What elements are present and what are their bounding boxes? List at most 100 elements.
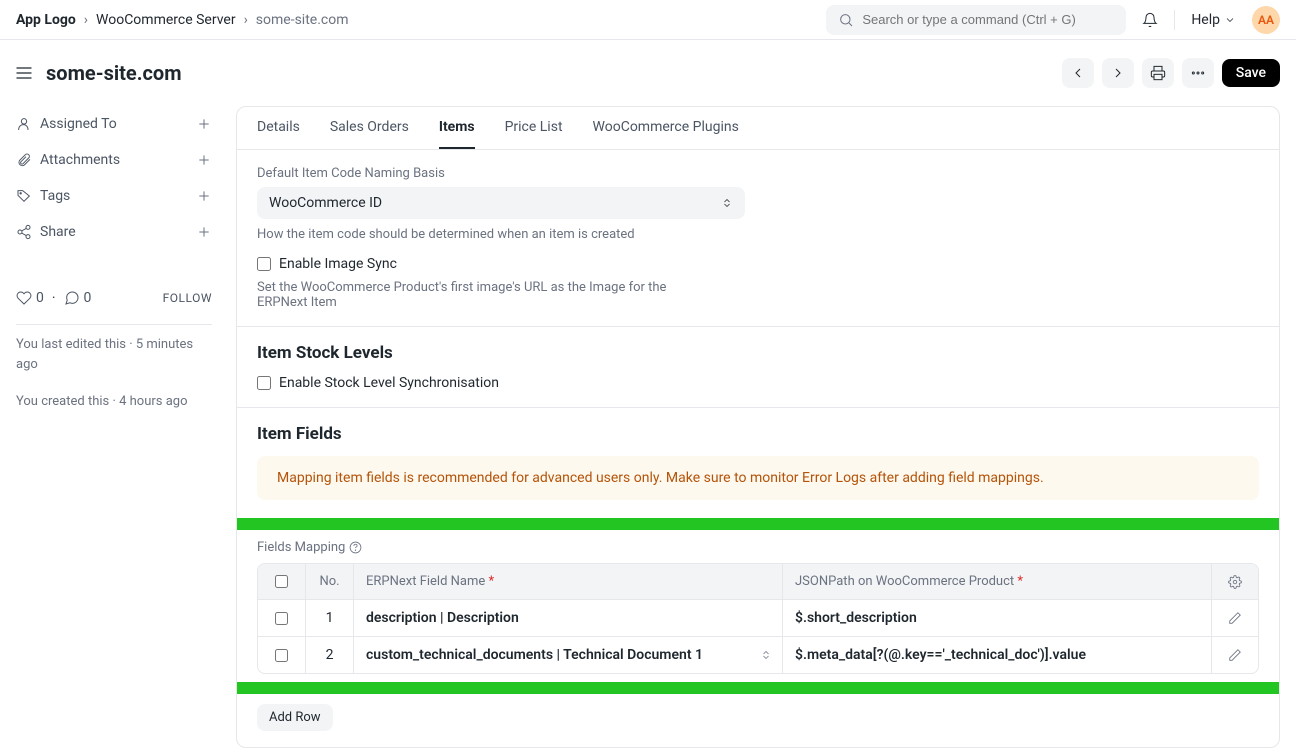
sidebar-item-tags[interactable]: Tags [16,188,70,204]
comments-count: 0 [84,290,92,306]
app-logo[interactable]: App Logo [16,12,76,28]
page-title: some-site.com [46,61,182,85]
prev-button[interactable] [1062,58,1094,88]
next-button[interactable] [1102,58,1134,88]
fields-mapping-table: No. ERPNext Field Name * JSONPath on Woo… [257,563,1259,674]
activity-entry: You created this · 4 hours ago [16,392,212,412]
mapping-label: Fields Mapping [257,540,345,555]
divider [16,324,212,325]
row-json[interactable]: $.meta_data[?(@.key=='_technical_doc')].… [783,637,1212,673]
stock-levels-title: Item Stock Levels [257,343,1259,363]
user-icon [16,116,32,132]
hamburger-icon [14,63,34,83]
col-json-header: JSONPath on WooCommerce Product * [783,564,1212,599]
tag-icon [16,188,32,204]
print-button[interactable] [1142,58,1174,88]
tab-sales-orders[interactable]: Sales Orders [330,107,409,149]
item-fields-title: Item Fields [257,424,1259,444]
add-attachment-button[interactable] [196,152,212,168]
help-button[interactable]: Help [1185,8,1242,32]
tab-items[interactable]: Items [439,107,475,149]
row-edit-button[interactable] [1212,637,1258,673]
tab-woocommerce-plugins[interactable]: WooCommerce Plugins [593,107,739,149]
gear-icon [1228,575,1242,589]
search-icon [838,12,854,28]
sidebar-item-label: Tags [40,188,70,204]
row-checkbox[interactable] [275,649,288,662]
row-no: 2 [306,637,354,673]
more-button[interactable] [1182,58,1214,88]
likes-count: 0 [36,290,44,306]
bell-icon [1142,12,1158,28]
sidebar-item-share[interactable]: Share [16,224,76,240]
sidebar-item-assigned-to[interactable]: Assigned To [16,116,117,132]
plus-icon [196,188,212,204]
share-icon [16,224,32,240]
chevron-left-icon [1070,65,1086,81]
sidebar-item-label: Attachments [40,152,120,168]
table-row[interactable]: 2 custom_technical_documents | Technical… [258,637,1258,673]
tab-details[interactable]: Details [257,107,300,149]
edit-icon [1228,611,1242,625]
more-icon [1190,65,1206,81]
tabs: Details Sales Orders Items Price List Wo… [237,107,1279,150]
select-icon [721,197,733,209]
chevron-right-icon: › [244,12,248,28]
row-field[interactable]: description | Description [354,600,783,636]
likes-button[interactable]: 0 [16,290,44,306]
add-tag-button[interactable] [196,188,212,204]
breadcrumb-parent[interactable]: WooCommerce Server [96,12,236,28]
chevron-right-icon [1110,65,1126,81]
row-no: 1 [306,600,354,636]
enable-image-sync-checkbox[interactable] [257,257,271,271]
menu-toggle[interactable] [14,63,34,83]
breadcrumb-current: some-site.com [256,12,349,28]
enable-stock-sync-checkbox[interactable] [257,376,271,390]
separator [1174,10,1175,30]
sidebar-item-attachments[interactable]: Attachments [16,152,120,168]
heart-icon [16,290,32,306]
plus-icon [196,116,212,132]
image-sync-help: Set the WooCommerce Product's first imag… [257,280,717,310]
row-json[interactable]: $.short_description [783,600,1212,636]
comments-button[interactable]: 0 [64,290,92,306]
naming-basis-select[interactable]: WooCommerce ID [257,187,745,219]
search-input[interactable] [862,12,1114,27]
avatar[interactable]: AA [1252,6,1280,34]
plus-icon [196,224,212,240]
notifications-button[interactable] [1136,6,1164,34]
tab-price-list[interactable]: Price List [505,107,563,149]
breadcrumb: App Logo › WooCommerce Server › some-sit… [16,12,349,28]
attachment-icon [16,152,32,168]
comment-icon [64,290,80,306]
enable-stock-sync-label: Enable Stock Level Synchronisation [279,375,499,391]
sidebar-item-label: Share [40,224,76,240]
select-all-checkbox[interactable] [275,575,288,588]
chevron-down-icon [1224,14,1236,26]
fields-mapping-highlight: Fields Mapping No. ERPNext Field Name * … [236,518,1280,694]
naming-basis-value: WooCommerce ID [269,195,382,211]
row-edit-button[interactable] [1212,600,1258,636]
table-row[interactable]: 1 description | Description $.short_desc… [258,600,1258,637]
add-assignee-button[interactable] [196,116,212,132]
col-field-header: ERPNext Field Name * [354,564,783,599]
col-settings[interactable] [1212,564,1258,599]
naming-basis-help: How the item code should be determined w… [257,227,1259,242]
help-icon[interactable] [349,541,362,554]
mapping-alert: Mapping item fields is recommended for a… [257,456,1259,500]
save-button[interactable]: Save [1222,59,1280,87]
chevron-right-icon: › [84,12,88,28]
follow-button[interactable]: FOLLOW [163,291,212,305]
naming-basis-label: Default Item Code Naming Basis [257,166,1259,181]
plus-icon [196,152,212,168]
sidebar-item-label: Assigned To [40,116,117,132]
select-icon [760,649,772,661]
row-field[interactable]: custom_technical_documents | Technical D… [354,637,783,673]
row-checkbox[interactable] [275,612,288,625]
search-box[interactable] [826,5,1126,35]
activity-entry: You last edited this · 5 minutes ago [16,335,212,374]
help-label: Help [1191,12,1220,28]
add-row-button[interactable]: Add Row [257,704,333,731]
add-share-button[interactable] [196,224,212,240]
printer-icon [1150,65,1166,81]
